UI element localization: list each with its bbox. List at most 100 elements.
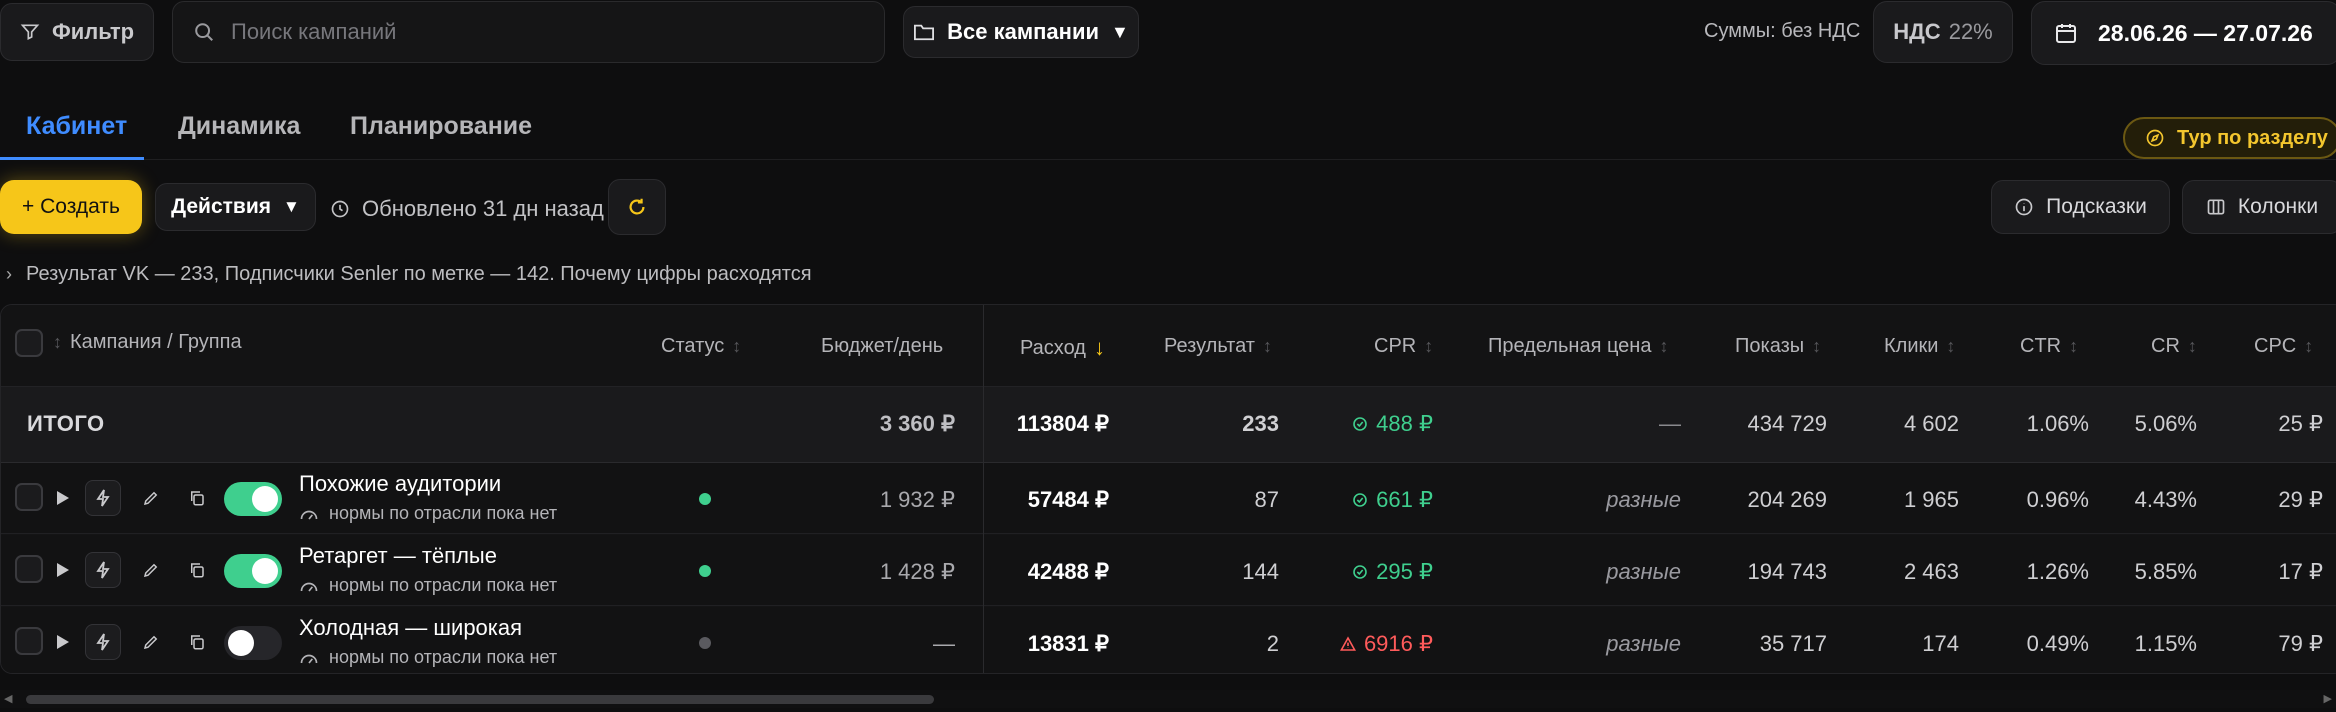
refresh-button[interactable] bbox=[608, 179, 666, 235]
result-note-text: Результат VK — 233, Подписчики Senler по… bbox=[26, 263, 812, 285]
sort-icon: ↕ bbox=[1812, 336, 1822, 356]
row-ctr: 0.49% bbox=[2026, 631, 2089, 656]
gauge-icon bbox=[299, 507, 319, 521]
vat-button[interactable]: НДС 22% bbox=[1873, 1, 2013, 63]
edit-icon[interactable] bbox=[133, 480, 169, 516]
scrollbar-thumb[interactable] bbox=[26, 695, 934, 704]
lightning-icon[interactable] bbox=[85, 552, 121, 588]
tab-planning[interactable]: Планирование bbox=[350, 112, 532, 141]
compass-icon bbox=[2145, 128, 2165, 148]
total-budget: 3 360 ₽ bbox=[879, 411, 955, 436]
tour-button[interactable]: Тур по разделу bbox=[2123, 117, 2336, 159]
vat-value: 22% bbox=[1948, 19, 1993, 44]
row-spend: 13831 ₽ bbox=[1027, 631, 1109, 656]
active-tab-indicator bbox=[0, 157, 144, 160]
date-range-picker[interactable]: 28.06.26 — 27.07.26 bbox=[2031, 1, 2336, 65]
col-ctr[interactable]: CTR ↕ bbox=[2020, 335, 2078, 358]
total-impressions: 434 729 bbox=[1747, 411, 1827, 436]
campaigns-table: ↕ Кампания / Группа Статус ↕ Бюджет/день … bbox=[0, 304, 2336, 674]
row-ctr: 0.96% bbox=[2026, 487, 2089, 512]
play-icon[interactable] bbox=[45, 624, 81, 660]
campaign-name[interactable]: Похожие аудитории bbox=[299, 471, 501, 497]
caret-down-icon: ▼ bbox=[283, 197, 300, 216]
total-result: 233 bbox=[1242, 411, 1279, 436]
col-impressions[interactable]: Показы ↕ bbox=[1735, 335, 1821, 358]
row-cpc: 79 ₽ bbox=[2278, 631, 2323, 656]
columns-icon bbox=[2206, 197, 2226, 217]
sort-icon: ↕ bbox=[1424, 336, 1434, 356]
row-limit-price[interactable]: разные bbox=[1606, 631, 1681, 657]
play-icon[interactable] bbox=[45, 552, 81, 588]
copy-icon[interactable] bbox=[179, 552, 215, 588]
toggle-knob bbox=[252, 558, 278, 584]
lightning-icon[interactable] bbox=[85, 624, 121, 660]
tab-dynamics[interactable]: Динамика bbox=[178, 112, 300, 141]
campaigns-select-label: Все кампании bbox=[947, 19, 1100, 44]
col-cr[interactable]: CR ↕ bbox=[2151, 335, 2197, 358]
actions-label: Действия bbox=[171, 195, 271, 218]
total-label: ИТОГО bbox=[27, 411, 105, 436]
columns-button[interactable]: Колонки bbox=[2182, 180, 2336, 234]
copy-icon[interactable] bbox=[179, 480, 215, 516]
col-budget[interactable]: Бюджет/день bbox=[821, 335, 943, 358]
refresh-icon bbox=[626, 196, 648, 218]
edit-icon[interactable] bbox=[133, 552, 169, 588]
col-status[interactable]: Статус ↕ bbox=[661, 335, 741, 358]
row-cpr: 295 ₽ bbox=[1352, 559, 1433, 585]
scroll-left-icon[interactable]: ◀ bbox=[4, 692, 12, 705]
campaign-toggle[interactable] bbox=[224, 482, 282, 516]
total-ctr: 1.06% bbox=[2026, 411, 2089, 436]
campaign-name[interactable]: Ретаргет — тёплые bbox=[299, 543, 497, 569]
result-note[interactable]: › Результат VK — 233, Подписчики Senler … bbox=[6, 263, 812, 286]
scroll-right-icon[interactable]: ▶ bbox=[2324, 692, 2332, 705]
info-icon bbox=[2014, 197, 2034, 217]
chevron-right-icon: › bbox=[6, 264, 12, 284]
col-limit-price[interactable]: Предельная цена ↕ bbox=[1488, 335, 1668, 358]
table-header: ↕ Кампания / Группа Статус ↕ Бюджет/день … bbox=[1, 305, 2336, 387]
edit-icon[interactable] bbox=[133, 624, 169, 660]
campaign-note: нормы по отрасли пока нет bbox=[299, 503, 557, 524]
row-spend: 57484 ₽ bbox=[1027, 487, 1109, 512]
total-clicks: 4 602 bbox=[1903, 411, 1959, 436]
tab-cabinet[interactable]: Кабинет bbox=[26, 112, 127, 141]
search-box[interactable] bbox=[172, 1, 885, 63]
filter-label: Фильтр bbox=[51, 19, 135, 44]
sums-label: Суммы: без НДС bbox=[1704, 20, 1861, 42]
create-button[interactable]: + Создать bbox=[0, 180, 142, 234]
campaign-name[interactable]: Холодная — широкая bbox=[299, 615, 522, 641]
tabs-divider bbox=[0, 159, 2336, 160]
table-row[interactable]: Холодная — широкая нормы по отрасли пока… bbox=[1, 607, 2336, 673]
campaign-toggle[interactable] bbox=[224, 554, 282, 588]
actions-dropdown[interactable]: Действия ▼ bbox=[155, 183, 316, 231]
row-limit-price[interactable]: разные bbox=[1606, 559, 1681, 585]
lightning-icon[interactable] bbox=[85, 480, 121, 516]
col-cpr[interactable]: CPR ↕ bbox=[1374, 335, 1433, 358]
row-cpc: 29 ₽ bbox=[2278, 487, 2323, 512]
table-row[interactable]: Ретаргет — тёплые нормы по отрасли пока … bbox=[1, 535, 2336, 606]
campaign-toggle[interactable] bbox=[224, 626, 282, 660]
select-all-checkbox[interactable] bbox=[15, 329, 43, 357]
play-icon[interactable] bbox=[45, 480, 81, 516]
filter-icon bbox=[20, 22, 40, 42]
row-checkbox[interactable] bbox=[15, 627, 43, 655]
col-result[interactable]: Результат ↕ bbox=[1164, 335, 1272, 358]
copy-icon[interactable] bbox=[179, 624, 215, 660]
table-row[interactable]: Похожие аудитории нормы по отрасли пока … bbox=[1, 463, 2336, 534]
hints-button[interactable]: Подсказки bbox=[1991, 180, 2170, 234]
total-row: ИТОГО 3 360 ₽ 113804 ₽ 233 488 ₽ — 434 7… bbox=[1, 387, 2336, 463]
row-checkbox[interactable] bbox=[15, 555, 43, 583]
row-checkbox[interactable] bbox=[15, 483, 43, 511]
row-limit-price[interactable]: разные bbox=[1606, 487, 1681, 513]
col-cpc[interactable]: CPC ↕ bbox=[2254, 335, 2313, 358]
row-budget: 1 932 ₽ bbox=[879, 487, 955, 512]
campaigns-select[interactable]: Все кампании ▼ bbox=[903, 6, 1139, 58]
col-clicks[interactable]: Клики ↕ bbox=[1884, 335, 1955, 358]
col-spend[interactable]: Расход ↓ bbox=[1020, 335, 1105, 361]
col-campaign[interactable]: ↕ Кампания / Группа bbox=[53, 331, 242, 354]
row-clicks: 1 965 bbox=[1903, 487, 1959, 512]
search-input[interactable] bbox=[231, 19, 831, 45]
row-result: 2 bbox=[1266, 631, 1279, 656]
sort-icon: ↕ bbox=[1659, 336, 1669, 356]
row-impressions: 35 717 bbox=[1759, 631, 1827, 656]
filter-button[interactable]: Фильтр bbox=[0, 3, 154, 61]
